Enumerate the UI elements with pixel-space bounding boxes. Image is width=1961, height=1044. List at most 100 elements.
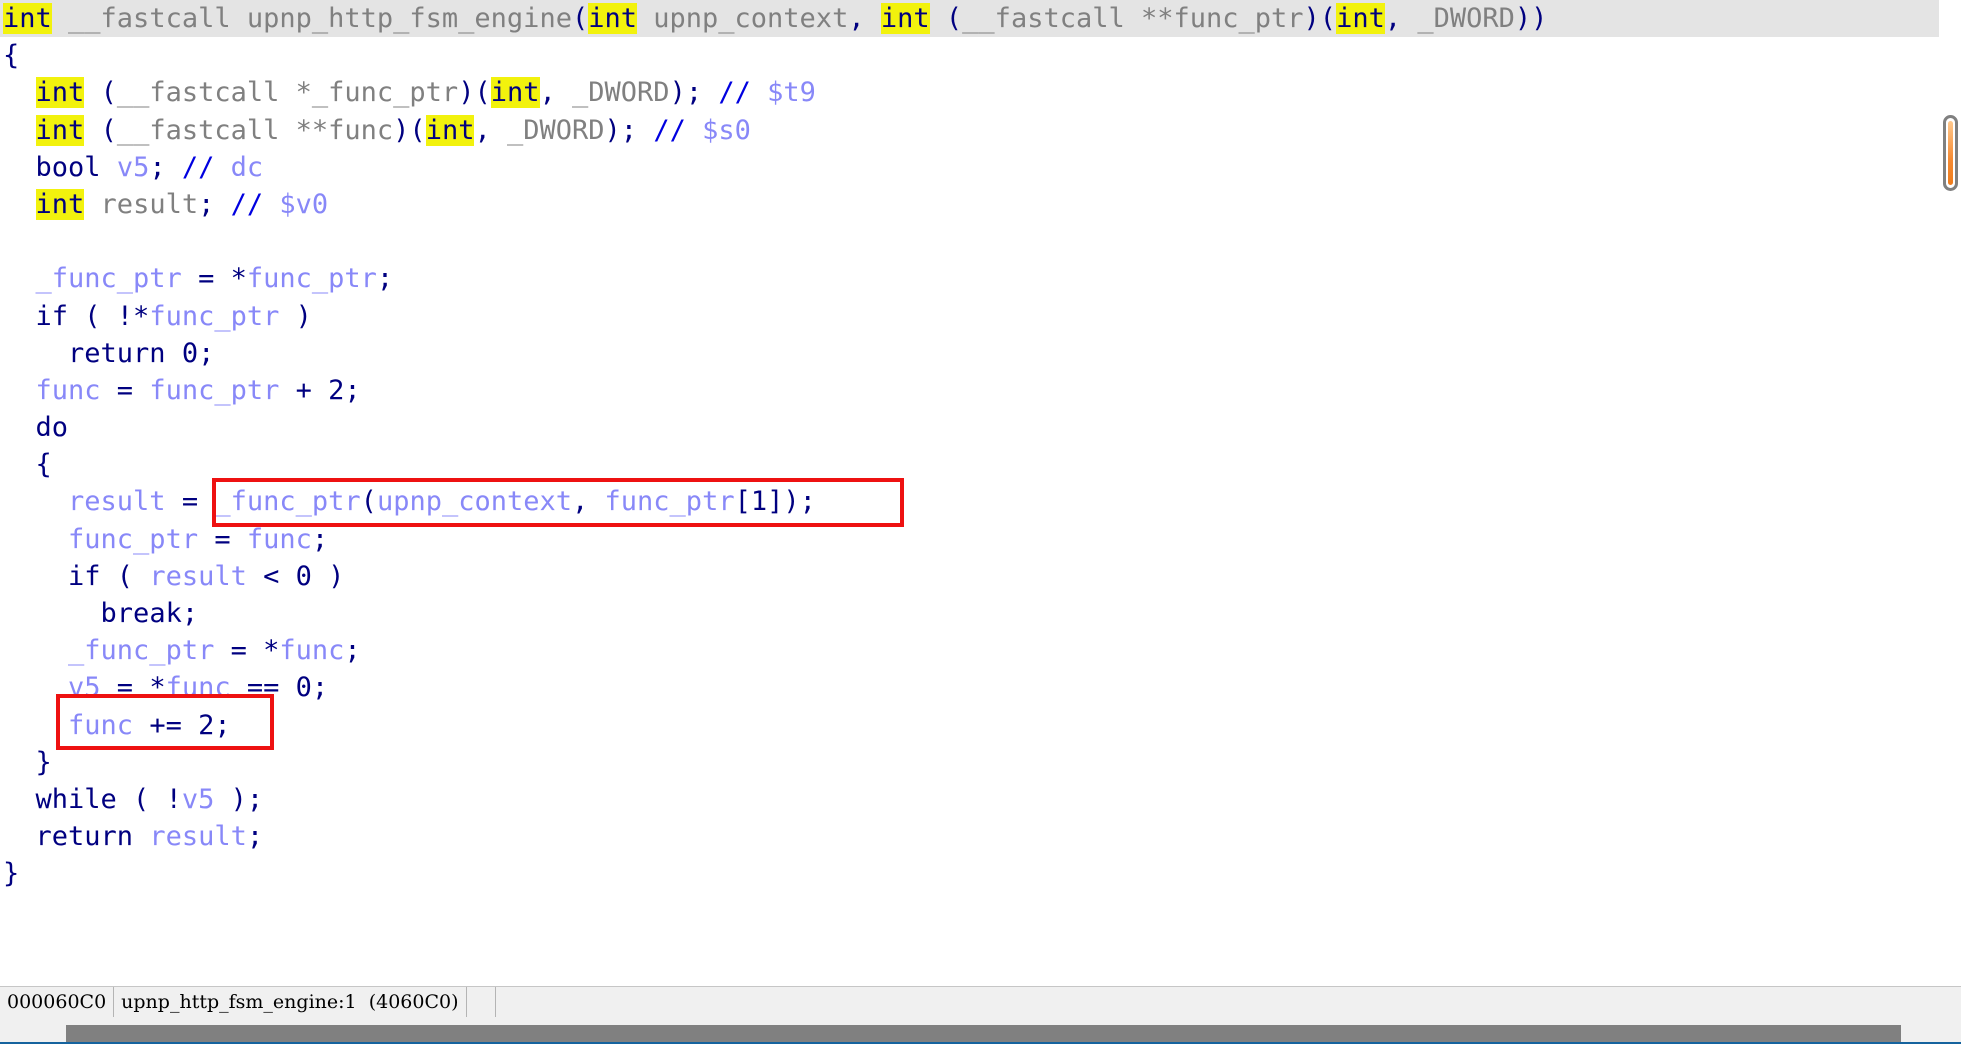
- code-token: func_ptr: [149, 300, 280, 332]
- line-3-decl-func-ptr[interactable]: int (__fastcall *_func_ptr)(int, _DWORD)…: [0, 74, 1961, 111]
- line-18-reload-func-ptr[interactable]: _func_ptr = *func;: [0, 632, 1961, 669]
- code-token: int: [35, 77, 85, 109]
- code-token: ): [279, 300, 312, 332]
- code-token: )(: [1303, 3, 1337, 34]
- line-8-assign-func-ptr[interactable]: _func_ptr = *func_ptr;: [0, 260, 1961, 297]
- code-token: $t9: [750, 77, 816, 109]
- code-token: += 2;: [133, 709, 231, 741]
- code-token: = *: [100, 672, 166, 704]
- code-token: //: [653, 114, 686, 146]
- line-6-decl-result[interactable]: int result; // $v0: [0, 186, 1961, 223]
- code-token: ,: [848, 3, 865, 34]
- code-token: + 2;: [279, 374, 361, 406]
- code-token: ,: [1384, 3, 1402, 34]
- line-9-if-null[interactable]: if ( !*func_ptr ): [0, 298, 1961, 335]
- code-token: );: [214, 783, 264, 815]
- line-1-prototype[interactable]: int __fastcall upnp_http_fsm_engine(int …: [0, 0, 1961, 38]
- code-token: dc: [214, 151, 264, 183]
- code-token: result: [149, 560, 247, 592]
- code-token: ;: [376, 263, 394, 295]
- code-token: while: [35, 783, 117, 815]
- line-11-func-init[interactable]: func = func_ptr + 2;: [0, 372, 1961, 409]
- line-10-return-zero[interactable]: return 0;: [0, 335, 1961, 372]
- status-address: 000060C0: [0, 987, 115, 1017]
- code-token: if: [68, 560, 101, 592]
- line-19-v5-test[interactable]: v5 = *func == 0;: [0, 669, 1961, 706]
- code-token: ( !: [116, 783, 182, 815]
- line-17-break[interactable]: break;: [0, 595, 1961, 632]
- line-4-decl-func[interactable]: int (__fastcall **func)(int, _DWORD); //…: [0, 112, 1961, 149]
- line-22-while[interactable]: while ( !v5 );: [0, 781, 1961, 818]
- code-token: int: [588, 3, 637, 34]
- line-5-decl-v5[interactable]: bool v5; // dc: [0, 149, 1961, 186]
- line-15-func-ptr-advance[interactable]: func_ptr = func;: [0, 521, 1961, 558]
- line-7-blank[interactable]: [0, 223, 1961, 260]
- code-token: ;: [198, 188, 215, 220]
- code-token: _DWORD: [1401, 3, 1515, 34]
- code-token: ;: [246, 821, 264, 853]
- code-token: =: [198, 523, 247, 555]
- code-token: = *: [181, 263, 247, 295]
- line-20-func-increment[interactable]: func += 2;: [0, 707, 1961, 744]
- code-token: func_ptr: [604, 486, 735, 518]
- code-token: __fastcall *_func_ptr: [116, 77, 459, 109]
- code-token: );: [604, 114, 638, 146]
- line-24-close-brace[interactable]: }: [0, 855, 1961, 892]
- code-token: );: [669, 77, 703, 109]
- code-token: (: [360, 486, 377, 518]
- horizontal-scrollbar-track[interactable]: [0, 1020, 1961, 1042]
- code-token: ( !*: [68, 300, 150, 332]
- code-token: ,: [572, 486, 605, 518]
- code-token: return: [35, 821, 134, 853]
- code-token: //: [181, 151, 215, 183]
- line-12-do[interactable]: do: [0, 409, 1961, 446]
- line-13-open-brace[interactable]: {: [0, 446, 1961, 483]
- code-token: func: [35, 374, 101, 406]
- code-token: //: [230, 188, 264, 220]
- horizontal-scrollbar[interactable]: [0, 1017, 1961, 1044]
- line-16-if-result-neg[interactable]: if ( result < 0 ): [0, 558, 1961, 595]
- code-token: = *: [214, 635, 280, 667]
- code-token: func: [246, 523, 312, 555]
- code-listing[interactable]: int __fastcall upnp_http_fsm_engine(int …: [0, 0, 1961, 893]
- code-token: =: [100, 374, 150, 406]
- code-token: )): [1514, 3, 1548, 34]
- code-token: _DWORD: [555, 77, 670, 109]
- code-token: //: [718, 77, 751, 109]
- code-token: (: [945, 3, 963, 34]
- line-23-return-result[interactable]: return result;: [0, 818, 1961, 855]
- code-token: v5: [116, 151, 150, 183]
- line-21-close-brace[interactable]: }: [0, 744, 1961, 781]
- line-2-open-brace[interactable]: {: [0, 37, 1961, 74]
- code-token: int: [490, 77, 540, 109]
- code-token: __fastcall **func_ptr: [962, 3, 1304, 34]
- horizontal-scrollbar-thumb[interactable]: [66, 1025, 1901, 1042]
- code-token: < 0 ): [246, 560, 345, 592]
- code-token: func: [165, 672, 231, 704]
- line-14-call-func-ptr[interactable]: result = _func_ptr(upnp_context, func_pt…: [0, 483, 1961, 520]
- vertical-scrollbar-thumb[interactable]: [1943, 115, 1958, 191]
- code-token: int: [1336, 3, 1385, 34]
- code-token: ;: [344, 635, 361, 667]
- code-token: v5: [68, 672, 101, 704]
- code-token: == 0;: [230, 672, 329, 704]
- vertical-scrollbar[interactable]: [1939, 0, 1961, 986]
- code-token: $v0: [263, 188, 329, 220]
- pseudocode-view[interactable]: int __fastcall upnp_http_fsm_engine(int …: [0, 0, 1961, 986]
